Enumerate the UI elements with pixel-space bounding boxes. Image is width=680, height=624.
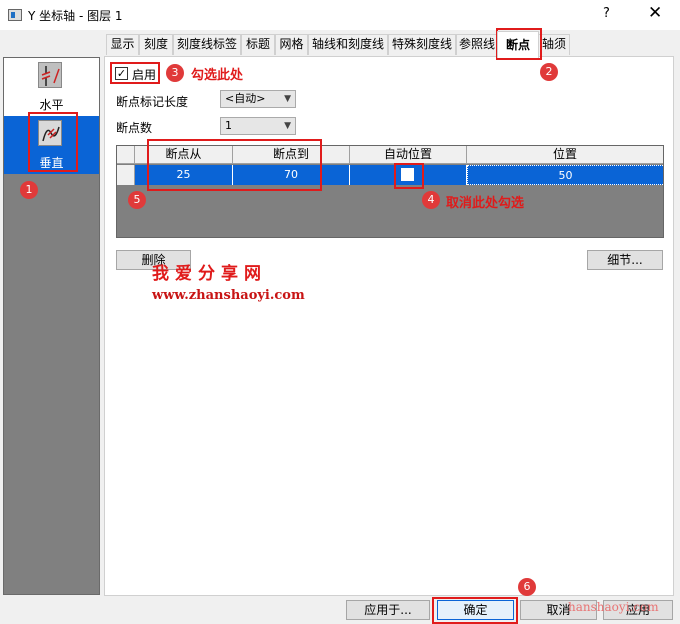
annotation-box-vertical: [28, 112, 78, 172]
annotation-note-3: 勾选此处: [191, 68, 244, 83]
tab-grid[interactable]: 网格: [275, 34, 308, 55]
tab-rug[interactable]: 轴须: [538, 34, 570, 55]
break-count-select[interactable]: 1 ▼: [220, 117, 296, 135]
cell-position[interactable]: 50: [467, 165, 663, 185]
watermark-url: www.zhanshaoyi.com: [152, 288, 305, 303]
tab-content-panel: [104, 56, 674, 596]
annotation-box-range: [147, 139, 322, 191]
annotation-badge-2: 2: [540, 63, 558, 81]
break-count-value: 1: [225, 119, 232, 132]
horizontal-axis-break-icon: [38, 62, 62, 88]
table-corner: [117, 146, 135, 164]
mark-length-select[interactable]: <自动> ▼: [220, 90, 296, 108]
chevron-down-icon: ▼: [284, 94, 291, 104]
annotation-badge-6: 6: [518, 578, 536, 596]
close-icon[interactable]: ✕: [648, 3, 662, 23]
mark-length-value: <自动>: [225, 92, 266, 105]
watermark-title: 我爱分享网: [152, 264, 267, 284]
apply-to-button[interactable]: 应用于...: [346, 600, 430, 620]
tab-breaks[interactable]: 断点: [497, 31, 539, 58]
details-button[interactable]: 细节...: [587, 250, 663, 270]
annotation-box-enable: [110, 62, 160, 84]
annotation-badge-4: 4: [422, 191, 440, 209]
watermark-url-overlay: hanshaoyi.com: [568, 600, 659, 614]
annotation-box-ok: [432, 597, 518, 624]
annotation-note-4: 取消此处勾选: [446, 196, 525, 211]
tab-special-ticks[interactable]: 特殊刻度线: [388, 34, 456, 55]
tab-scale[interactable]: 刻度: [139, 34, 173, 55]
help-button[interactable]: ?: [603, 6, 610, 21]
row-header[interactable]: [117, 165, 135, 185]
window-title: Y 坐标轴 - 图层 1: [28, 9, 123, 23]
col-header-position[interactable]: 位置: [467, 146, 663, 164]
annotation-badge-1: 1: [20, 181, 38, 199]
orientation-label-horizontal: 水平: [39, 98, 64, 112]
tab-reference-lines[interactable]: 参照线: [456, 34, 498, 55]
annotation-box-auto: [394, 163, 424, 189]
tab-tick-labels[interactable]: 刻度线标签: [173, 34, 241, 55]
app-icon: [8, 9, 22, 21]
chevron-down-icon: ▼: [284, 121, 291, 131]
break-count-label: 断点数: [116, 121, 153, 135]
tab-title[interactable]: 标题: [241, 34, 275, 55]
annotation-badge-5: 5: [128, 191, 146, 209]
tab-axis-lines-ticks[interactable]: 轴线和刻度线: [308, 34, 388, 55]
annotation-badge-3: 3: [166, 64, 184, 82]
col-header-auto-position[interactable]: 自动位置: [350, 146, 467, 164]
mark-length-label: 断点标记长度: [116, 95, 189, 109]
tab-display[interactable]: 显示: [106, 34, 139, 55]
orientation-item-horizontal[interactable]: 水平: [4, 58, 99, 116]
